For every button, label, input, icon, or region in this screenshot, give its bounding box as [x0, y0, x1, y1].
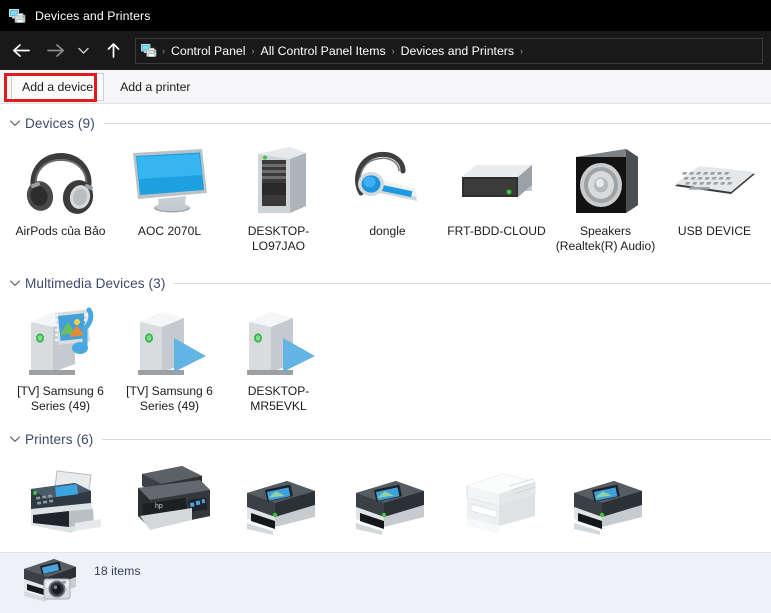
group-title-printers: Printers (6): [25, 432, 93, 447]
chevron-down-icon[interactable]: [8, 276, 22, 290]
printer-with-camera-icon[interactable]: [16, 555, 86, 607]
device-tile[interactable]: DESKTOP-MR5EVKL: [224, 294, 333, 414]
desktop-tower-icon: [237, 142, 321, 220]
up-arrow-icon[interactable]: [98, 36, 128, 66]
device-label: USB DEVICE: [663, 224, 767, 239]
device-tile[interactable]: FRT-BDD-CLOUD: [442, 134, 551, 239]
device-tiles-printers: hp: [0, 450, 771, 548]
device-label: [TV] Samsung 6 Series (49): [9, 384, 113, 414]
command-bar: Add a device Add a printer: [0, 70, 771, 104]
group-title-devices: Devices (9): [25, 116, 95, 131]
device-tile[interactable]: [TV] Samsung 6 Series (49): [115, 294, 224, 414]
device-label: DESKTOP-MR5EVKL: [227, 384, 331, 414]
device-tile[interactable]: USB DEVICE: [660, 134, 769, 239]
device-tile[interactable]: [6, 450, 115, 548]
multifunction-printer-icon: hp: [128, 458, 212, 544]
chevron-down-icon[interactable]: [8, 116, 22, 130]
breadcrumb-all-control-panel-items[interactable]: All Control Panel Items: [257, 39, 390, 63]
breadcrumb-devices-and-printers[interactable]: Devices and Printers: [397, 39, 518, 63]
media-device-play-icon: [237, 302, 321, 380]
add-a-printer-button[interactable]: Add a printer: [110, 74, 200, 100]
inkjet-printer-icon: [346, 458, 430, 544]
navigation-bar: › Control Panel › All Control Panel Item…: [0, 31, 771, 70]
title-bar: Devices and Printers: [0, 0, 771, 31]
media-device-film-note-icon: [19, 302, 103, 380]
chevron-down-icon[interactable]: [8, 432, 22, 446]
device-tile[interactable]: AirPods của Bảo: [6, 134, 115, 239]
device-tile[interactable]: [224, 450, 333, 548]
group-divider: [174, 283, 771, 284]
media-device-play-icon: [128, 302, 212, 380]
forward-arrow-icon[interactable]: [40, 36, 70, 66]
inkjet-printer-icon: [564, 458, 648, 544]
device-tile[interactable]: AOC 2070L: [115, 134, 224, 239]
device-label: FRT-BDD-CLOUD: [445, 224, 549, 239]
group-header-printers[interactable]: Printers (6): [8, 428, 771, 450]
device-tiles-devices: AirPods của Bảo AOC 2070L: [0, 134, 771, 254]
speaker-icon: [564, 142, 648, 220]
device-tile[interactable]: hp: [115, 450, 224, 548]
item-count-label: 18 items: [94, 564, 140, 578]
status-bar: 18 items: [0, 552, 771, 613]
group-header-multimedia-devices[interactable]: Multimedia Devices (3): [8, 272, 771, 294]
device-tile[interactable]: [TV] Samsung 6 Series (49): [6, 294, 115, 414]
white-copier-icon: [455, 458, 539, 544]
device-label: DESKTOP-LO97JAO: [227, 224, 331, 254]
device-label: AOC 2070L: [118, 224, 222, 239]
devices-and-printers-icon: [9, 8, 26, 24]
back-arrow-icon[interactable]: [6, 36, 36, 66]
keyboard-icon: [673, 142, 757, 220]
external-drive-icon: [455, 142, 539, 220]
recent-locations-chevron-icon[interactable]: [72, 36, 94, 66]
breadcrumb-separator: ›: [160, 39, 167, 63]
add-a-device-button[interactable]: Add a device: [11, 73, 104, 101]
device-tile[interactable]: [442, 450, 551, 548]
device-tile[interactable]: dongle: [333, 134, 442, 239]
breadcrumb-control-panel[interactable]: Control Panel: [167, 39, 250, 63]
breadcrumb-separator: ›: [250, 39, 257, 63]
device-list-area: Devices (9): [0, 104, 771, 552]
device-label: AirPods của Bảo: [9, 224, 113, 239]
svg-text:hp: hp: [155, 503, 163, 510]
address-bar-devices-icon: [141, 43, 157, 58]
device-tile[interactable]: [333, 450, 442, 548]
breadcrumb-separator: ›: [390, 39, 397, 63]
device-label: dongle: [336, 224, 440, 239]
bluetooth-headset-icon: [346, 142, 430, 220]
headphones-icon: [19, 142, 103, 220]
monitor-icon: [128, 142, 212, 220]
address-bar[interactable]: › Control Panel › All Control Panel Item…: [135, 38, 763, 64]
device-tiles-multimedia: [TV] Samsung 6 Series (49): [0, 294, 771, 414]
device-label: Speakers (Realtek(R) Audio): [554, 224, 658, 254]
group-title-multimedia-devices: Multimedia Devices (3): [25, 276, 165, 291]
devices-and-printers-window: Devices and Printers: [0, 0, 771, 613]
group-divider: [102, 439, 771, 440]
device-tile[interactable]: [551, 450, 660, 548]
breadcrumb-separator: ›: [518, 39, 525, 63]
fax-printer-icon: [19, 458, 103, 544]
device-label: [TV] Samsung 6 Series (49): [118, 384, 222, 414]
group-header-devices[interactable]: Devices (9): [8, 112, 771, 134]
group-divider: [104, 123, 771, 124]
device-tile[interactable]: DESKTOP-LO97JAO: [224, 134, 333, 254]
device-tile[interactable]: Speakers (Realtek(R) Audio): [551, 134, 660, 254]
window-title: Devices and Printers: [35, 9, 150, 23]
inkjet-printer-icon: [237, 458, 321, 544]
